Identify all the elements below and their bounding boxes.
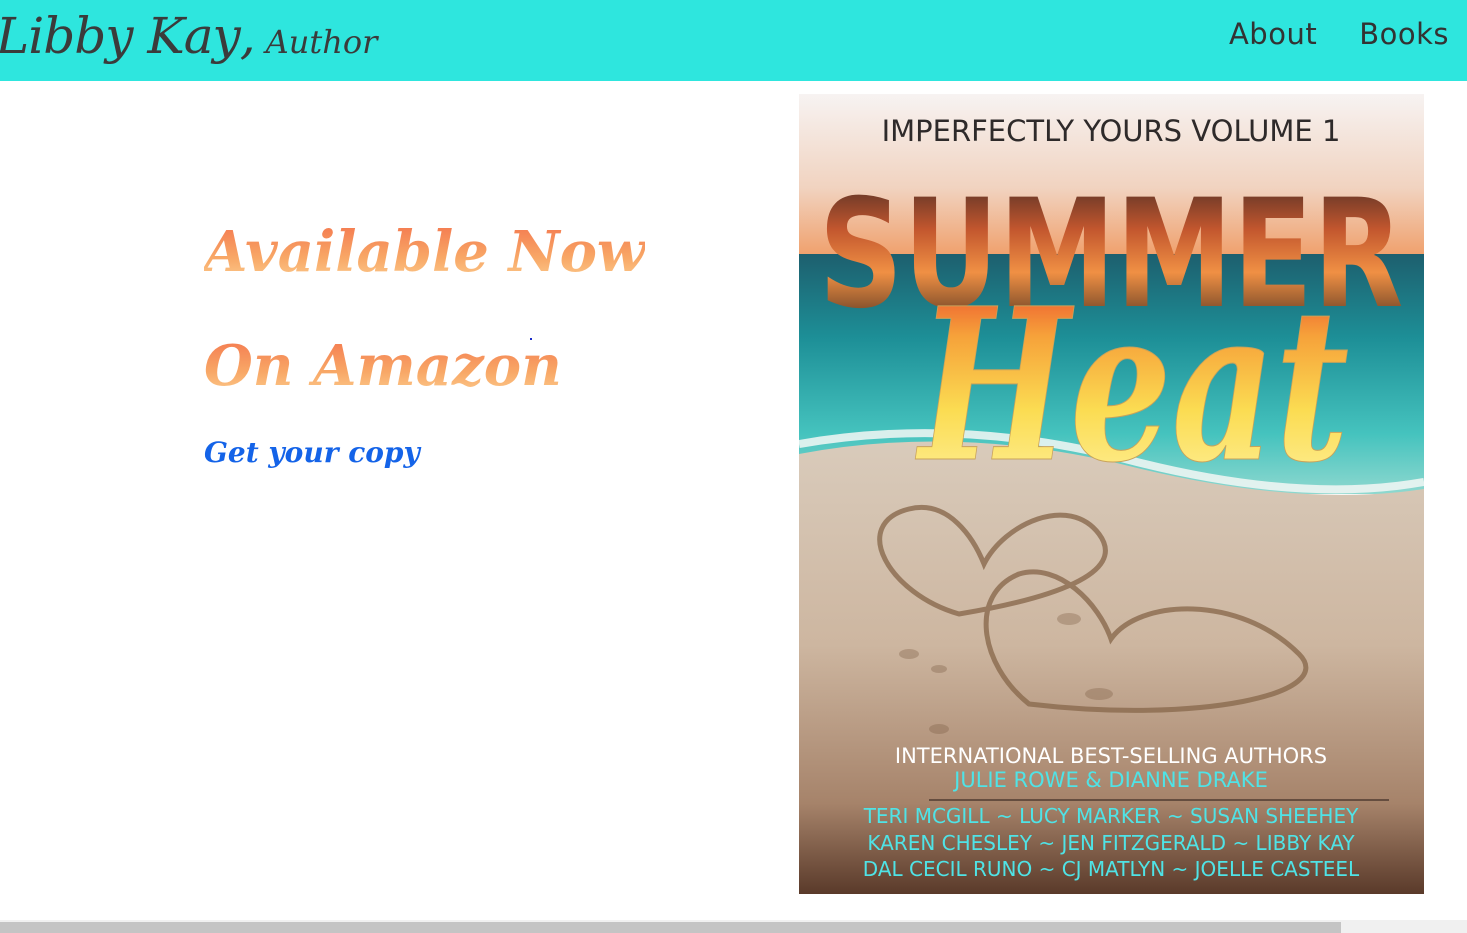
site-logo[interactable]: Libby Kay, Author [0,0,377,81]
cover-series-title: IMPERFECTLY YOURS VOLUME 1 [882,114,1341,148]
promo-heading-line2: On Amazon [204,333,562,399]
cover-authors-line2: KAREN CHESLEY ~ JEN FITZGERALD ~ LIBBY K… [867,831,1355,855]
promo-heading-line1: Available Now [204,219,646,285]
brand-comma: , [239,7,256,65]
cover-authors-line3: DAL CECIL RUNO ~ CJ MATLYN ~ JOELLE CAST… [863,857,1360,881]
cover-tagline: INTERNATIONAL BEST-SELLING AUTHORS [895,744,1327,768]
get-your-copy-link[interactable]: Get your copy [204,436,420,469]
book-cover-art: IMPERFECTLY YOURS VOLUME 1 SUMMER Heat I… [799,94,1424,894]
cover-lead-authors: JULIE ROWE & DIANNE DRAKE [952,768,1268,792]
brand-name: Libby Kay [0,7,241,65]
svg-text:IMPERFECTLY YOURS VOLUME 1: IMPERFECTLY YOURS VOLUME 1 [882,114,1341,148]
brand-role: Author [265,23,378,61]
nav-link-books[interactable]: Books [1359,17,1449,51]
cover-title-heat: Heat [915,262,1349,509]
site-header: Libby Kay, Author About Books [0,0,1467,81]
nav-link-about[interactable]: About [1229,17,1317,51]
cover-authors-line1: TERI MCGILL ~ LUCY MARKER ~ SUSAN SHEEHE… [863,804,1359,828]
stray-dot [530,338,532,340]
main-nav: About Books [1229,0,1449,68]
scrollbar-thumb[interactable] [0,922,1341,933]
horizontal-scrollbar[interactable] [0,920,1467,933]
book-cover-image[interactable]: IMPERFECTLY YOURS VOLUME 1 SUMMER Heat I… [799,94,1424,894]
